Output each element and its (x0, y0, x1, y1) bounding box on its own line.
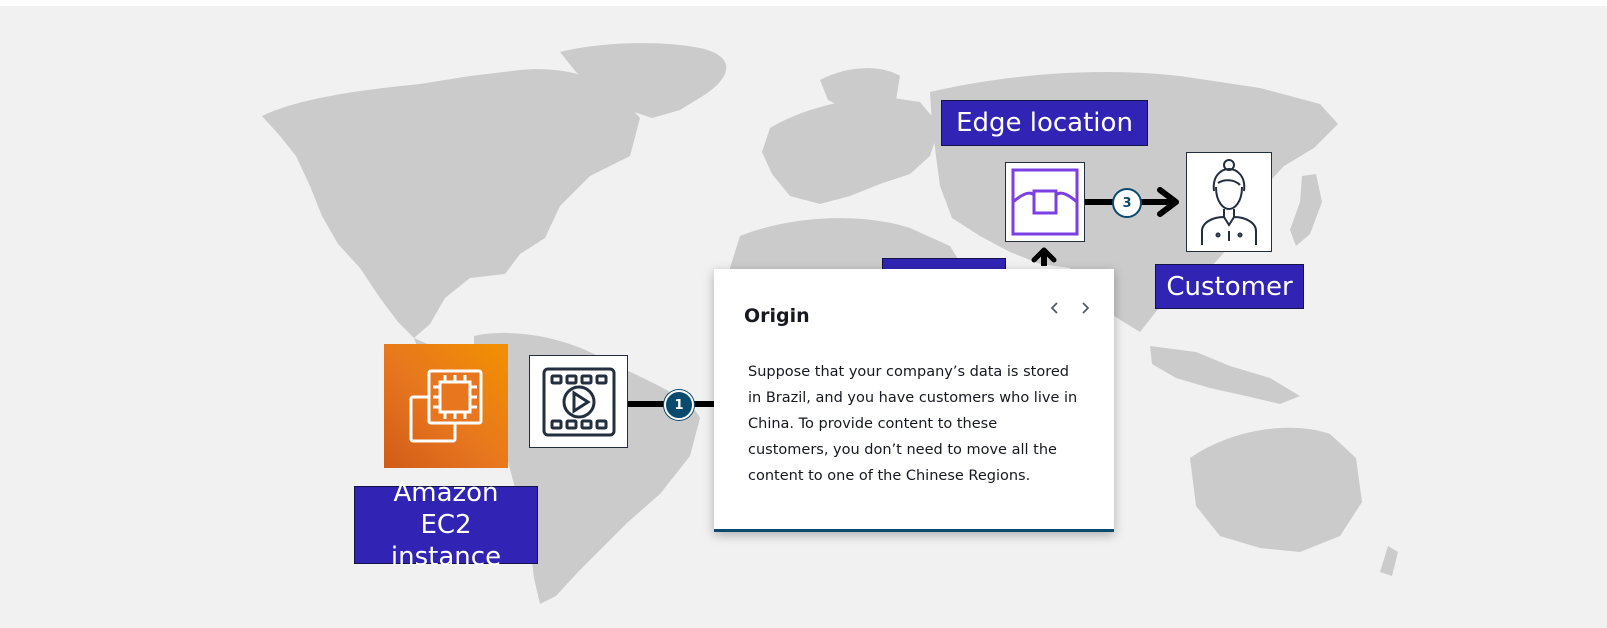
ec2-tile (384, 344, 508, 468)
chevron-left-icon (1050, 302, 1058, 314)
customer-label: Customer (1155, 264, 1304, 309)
edge-icon-box (1005, 162, 1085, 242)
previous-button[interactable] (1044, 297, 1066, 319)
ec2-chip-icon (409, 369, 483, 443)
edge-location-label: Edge location (941, 100, 1148, 146)
popover-body-text: Suppose that your company’s data is stor… (748, 364, 1078, 484)
origin-popover: Origin Suppose that your company’s data … (714, 269, 1114, 532)
video-file-icon (542, 367, 615, 436)
step-3-badge[interactable]: 3 (1112, 188, 1142, 218)
popover-title: Origin (744, 305, 810, 327)
next-button[interactable] (1074, 297, 1096, 319)
edge-location-icon (1011, 168, 1079, 236)
video-icon-box (529, 355, 628, 448)
step-1-badge[interactable]: 1 (664, 390, 694, 420)
ec2-label: Amazon EC2 instance (354, 478, 538, 572)
step-1-number: 1 (674, 397, 684, 413)
customer-icon-box (1186, 152, 1272, 252)
ec2-label-text: Amazon EC2 instance (390, 478, 502, 572)
edge-location-label-text: Edge location (956, 108, 1133, 138)
customer-label-text: Customer (1166, 271, 1293, 302)
diagram-canvas: Amazon EC2 instance 1 Edge location 3 Cu… (0, 6, 1607, 628)
customer-person-icon (1201, 159, 1257, 245)
chevron-right-icon (1082, 302, 1090, 314)
step-3-number: 3 (1122, 195, 1132, 211)
